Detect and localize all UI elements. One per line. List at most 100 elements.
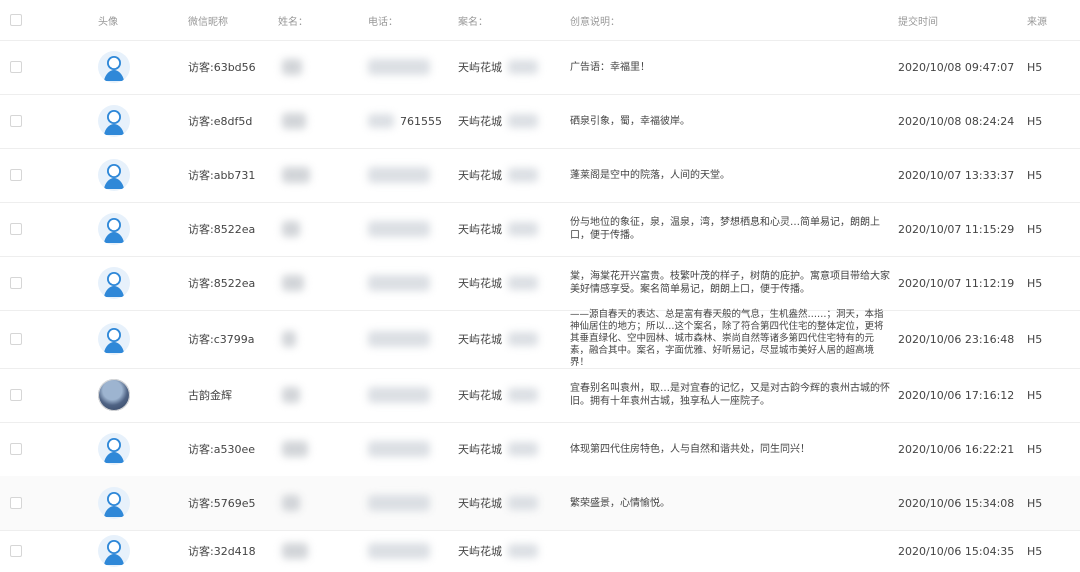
project-name: 天屿花城 <box>458 497 502 510</box>
avatar-default-icon <box>98 267 130 299</box>
submit-time: 2020/10/06 17:16:12 <box>898 388 1015 402</box>
phone-redacted <box>368 331 430 347</box>
avatar-photo <box>98 379 130 411</box>
row-checkbox[interactable] <box>10 61 22 73</box>
table-row[interactable]: 访客:32d418 天屿花城 2020/10/06 15:04:35 H5 <box>0 530 1080 572</box>
project-redacted <box>508 60 538 74</box>
select-all-checkbox-cell[interactable] <box>10 0 22 40</box>
row-checkbox[interactable] <box>10 223 22 235</box>
project-name: 天屿花城 <box>458 61 502 74</box>
name-redacted <box>282 441 308 457</box>
row-checkbox[interactable] <box>10 333 22 345</box>
source: H5 <box>1027 332 1043 346</box>
name-redacted <box>282 495 300 511</box>
avatar-default-icon <box>98 433 130 465</box>
phone-visible: 761555 <box>400 114 442 128</box>
idea-text: 广告语：幸福里！ <box>570 61 650 73</box>
source: H5 <box>1027 388 1043 402</box>
source: H5 <box>1027 276 1043 290</box>
table-row[interactable]: 访客:e8df5d 761555 天屿花城 硒泉引象，蜀，幸福彼岸。 2020/… <box>0 94 1080 149</box>
project-name: 天屿花城 <box>458 545 502 558</box>
nickname: 访客:abb731 <box>188 169 256 182</box>
project-redacted <box>508 388 538 402</box>
row-checkbox[interactable] <box>10 115 22 127</box>
nickname: 访客:8522ea <box>188 277 256 290</box>
name-redacted <box>282 387 300 403</box>
row-checkbox[interactable] <box>10 497 22 509</box>
table-row[interactable]: 访客:63bd56 天屿花城 广告语：幸福里！ 2020/10/08 09:47… <box>0 40 1080 95</box>
table-row[interactable]: 访客:8522ea 天屿花城 棠，海棠花开兴富贵。枝繁叶茂的样子，树荫的庇护。寓… <box>0 256 1080 311</box>
row-checkbox[interactable] <box>10 277 22 289</box>
source: H5 <box>1027 60 1043 74</box>
submit-time: 2020/10/07 11:15:29 <box>898 222 1015 236</box>
project-name: 天屿花城 <box>458 333 502 346</box>
name-redacted <box>282 221 300 237</box>
project-name: 天屿花城 <box>458 223 502 236</box>
project-name: 天屿花城 <box>458 443 502 456</box>
nickname: 访客:e8df5d <box>188 115 253 128</box>
avatar-default-icon <box>98 213 130 245</box>
idea-text: ——源自春天的表达、总是富有春天般的气息，生机盎然……；洞天，本指神仙居住的地方… <box>570 309 884 368</box>
source: H5 <box>1027 442 1043 456</box>
select-all-checkbox[interactable] <box>10 14 22 26</box>
row-checkbox[interactable] <box>10 169 22 181</box>
table-row[interactable]: 访客:abb731 天屿花城 蓬莱阁是空中的院落，人间的天堂。 2020/10/… <box>0 148 1080 203</box>
idea-text: 宜春别名叫袁州，取…是对宜春的记忆，又是对古韵今辉的袁州古城的怀旧。拥有十年袁州… <box>570 383 890 407</box>
table-row[interactable]: 访客:a530ee 天屿花城 体现第四代住房特色，人与自然和谐共处，同生同兴！ … <box>0 422 1080 477</box>
nickname: 访客:32d418 <box>188 545 256 558</box>
phone-redacted <box>368 387 430 403</box>
phone-redacted <box>368 59 430 75</box>
table-row[interactable]: 访客:8522ea 天屿花城 份与地位的象征，泉，温泉，湾，梦想栖息和心灵…简单… <box>0 202 1080 257</box>
project-redacted <box>508 222 538 236</box>
col-project: 案名： <box>458 16 488 28</box>
project-redacted <box>508 168 538 182</box>
project-redacted <box>508 276 538 290</box>
name-redacted <box>282 59 302 75</box>
submit-time: 2020/10/08 09:47:07 <box>898 60 1015 74</box>
submit-time: 2020/10/08 08:24:24 <box>898 114 1015 128</box>
submit-time: 2020/10/06 15:04:35 <box>898 544 1015 558</box>
project-redacted <box>508 332 538 346</box>
avatar-default-icon <box>98 323 130 355</box>
idea-text: 体现第四代住房特色，人与自然和谐共处，同生同兴！ <box>570 443 810 455</box>
nickname: 访客:c3799a <box>188 333 255 346</box>
nickname: 访客:5769e5 <box>188 497 256 510</box>
table-row[interactable]: 访客:5769e5 天屿花城 繁荣盛景，心情愉悦。 2020/10/06 15:… <box>0 476 1080 531</box>
submit-time: 2020/10/06 23:16:48 <box>898 332 1015 346</box>
phone-redacted <box>368 221 430 237</box>
idea-text: 硒泉引象，蜀，幸福彼岸。 <box>570 115 690 127</box>
col-avatar: 头像 <box>98 16 118 28</box>
col-nickname: 微信昵称 <box>188 16 228 28</box>
name-redacted <box>282 167 310 183</box>
row-checkbox[interactable] <box>10 443 22 455</box>
phone-redacted <box>368 441 430 457</box>
avatar-default-icon <box>98 487 130 519</box>
submit-time: 2020/10/07 11:12:19 <box>898 276 1015 290</box>
table-row[interactable]: 古韵金辉 天屿花城 宜春别名叫袁州，取…是对宜春的记忆，又是对古韵今辉的袁州古城… <box>0 368 1080 423</box>
col-time: 提交时间 <box>898 16 938 28</box>
phone-redacted <box>368 495 430 511</box>
project-name: 天屿花城 <box>458 115 502 128</box>
name-redacted <box>282 113 306 129</box>
name-redacted <box>282 543 308 559</box>
name-redacted <box>282 275 304 291</box>
idea-text: 蓬莱阁是空中的院落，人间的天堂。 <box>570 169 730 181</box>
idea-text: 份与地位的象征，泉，温泉，湾，梦想栖息和心灵…简单易记，朗朗上口，便于传播。 <box>570 217 880 241</box>
project-redacted <box>508 544 538 558</box>
row-checkbox[interactable] <box>10 545 22 557</box>
table-row[interactable]: 访客:c3799a 天屿花城 ——源自春天的表达、总是富有春天般的气息，生机盎然… <box>0 309 1080 369</box>
submit-time: 2020/10/06 15:34:08 <box>898 496 1015 510</box>
row-checkbox[interactable] <box>10 389 22 401</box>
project-name: 天屿花城 <box>458 277 502 290</box>
phone-redacted <box>368 114 394 128</box>
source: H5 <box>1027 544 1043 558</box>
source: H5 <box>1027 496 1043 510</box>
source: H5 <box>1027 222 1043 236</box>
project-name: 天屿花城 <box>458 389 502 402</box>
name-redacted <box>282 331 296 347</box>
avatar-default-icon <box>98 535 130 567</box>
project-redacted <box>508 496 538 510</box>
project-redacted <box>508 442 538 456</box>
col-source: 来源 <box>1027 16 1047 28</box>
col-idea: 创意说明： <box>570 16 620 28</box>
